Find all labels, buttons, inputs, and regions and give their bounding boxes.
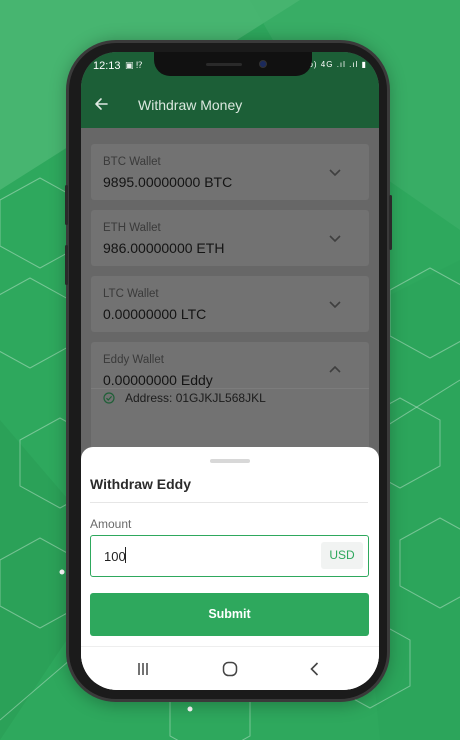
currency-unit: USD (321, 542, 363, 569)
chevron-down-icon[interactable] (327, 296, 343, 312)
wallet-label: ETH Wallet (103, 222, 161, 234)
wallet-balance: 0.00000000 Eddy (103, 372, 213, 388)
signal-battery-icons: Vo) 4G .ıl .ıl ▮ (302, 60, 367, 69)
system-nav-bar (81, 646, 379, 690)
phone-side-button (389, 195, 392, 250)
wallet-label: Eddy Wallet (103, 354, 164, 366)
wallet-card-btc[interactable]: BTC Wallet 9895.00000000 BTC (91, 144, 369, 200)
front-camera-icon (259, 60, 267, 68)
wallet-label: BTC Wallet (103, 156, 161, 168)
sheet-drag-handle[interactable] (210, 459, 250, 463)
chevron-down-icon[interactable] (327, 230, 343, 246)
address-text: Address: 01GJKJL568JKL (125, 391, 266, 405)
phone-notch (154, 52, 312, 76)
wallet-card-ltc[interactable]: LTC Wallet 0.00000000 LTC (91, 276, 369, 332)
home-icon[interactable] (220, 659, 240, 679)
wallet-label: LTC Wallet (103, 288, 159, 300)
amount-value[interactable]: 100 (104, 549, 126, 564)
wallet-balance: 0.00000000 LTC (103, 306, 207, 322)
notification-icons: ▣ ⁉ (125, 60, 143, 70)
wallet-card-eth[interactable]: ETH Wallet 986.00000000 ETH (91, 210, 369, 266)
back-icon[interactable] (305, 659, 325, 679)
chevron-down-icon[interactable] (327, 164, 343, 180)
status-time: 12:13 (93, 60, 121, 72)
sheet-title: Withdraw Eddy (90, 476, 191, 492)
phone-screen: 12:13 ▣ ⁉ Vo) 4G .ıl .ıl ▮ Withdraw Mone… (81, 52, 379, 690)
wallet-balance: 9895.00000000 BTC (103, 174, 233, 190)
withdraw-bottom-sheet: Withdraw Eddy Amount 100 USD Submit (81, 447, 379, 690)
phone-side-button (65, 245, 68, 285)
check-circle-icon (103, 392, 115, 404)
speaker-grille (206, 63, 242, 66)
recents-icon[interactable] (133, 659, 153, 679)
app-bar: Withdraw Money (81, 82, 379, 128)
page-title: Withdraw Money (138, 97, 243, 113)
submit-button[interactable]: Submit (90, 593, 369, 636)
chevron-up-icon[interactable] (327, 362, 343, 378)
divider (90, 502, 368, 503)
divider (91, 388, 369, 389)
arrow-left-icon[interactable] (93, 96, 109, 112)
amount-label: Amount (90, 517, 132, 531)
phone-side-button (65, 185, 68, 225)
amount-input[interactable]: 100 USD (90, 535, 369, 577)
text-caret (125, 547, 126, 563)
wallet-balance: 986.00000000 ETH (103, 240, 225, 256)
